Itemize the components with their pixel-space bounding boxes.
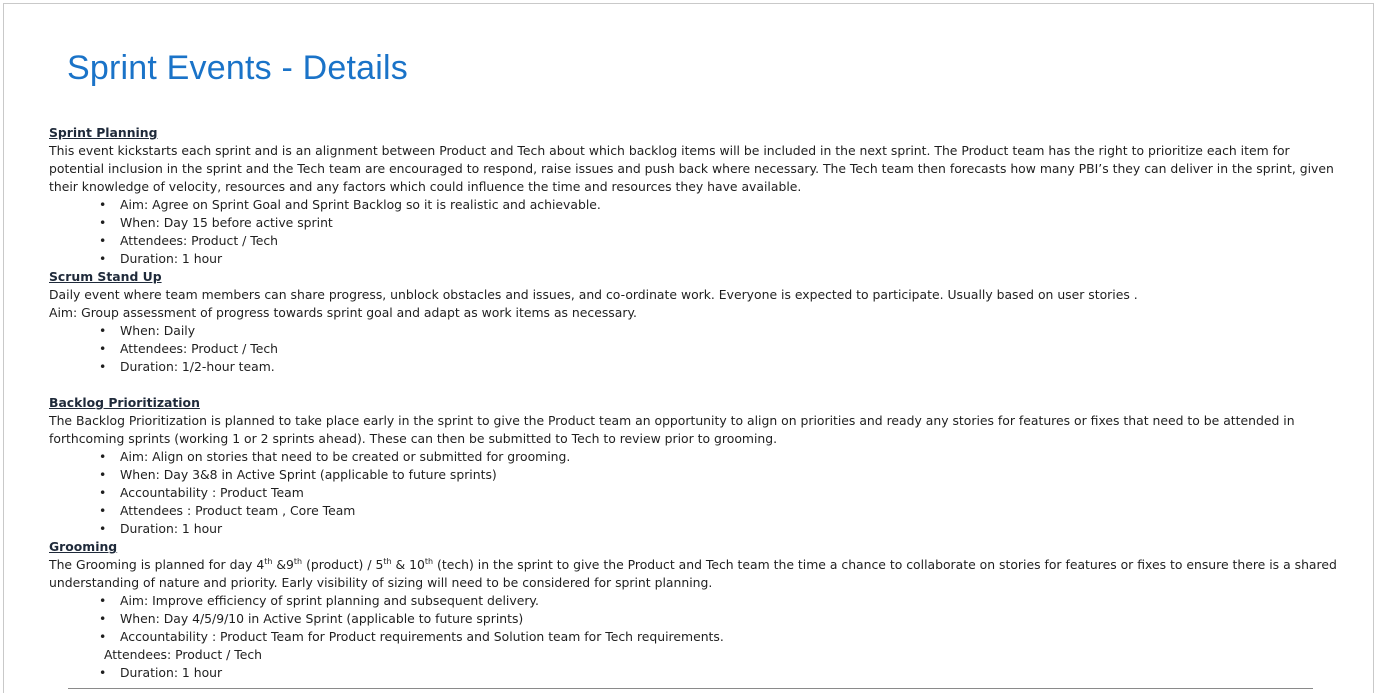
bullet-list-sprint-planning: Aim: Agree on Sprint Goal and Sprint Bac… (49, 196, 1339, 268)
list-item: Aim: Improve efficiency of sprint planni… (49, 592, 1339, 610)
list-item: Accountability : Product Team for Produc… (49, 628, 1339, 646)
bullet-list-scrum-stand-up: When: Daily Attendees: Product / Tech Du… (49, 322, 1339, 376)
section-heading-grooming: Grooming (49, 539, 118, 554)
list-item: When: Day 3&8 in Active Sprint (applicab… (49, 466, 1339, 484)
list-item: Duration: 1/2-hour team. (49, 358, 1339, 376)
section-heading-sprint-planning: Sprint Planning (49, 125, 158, 140)
section-text-grooming: The Grooming is planned for day 4th &9th… (49, 556, 1337, 590)
section-text-backlog-prioritization: The Backlog Prioritization is planned to… (49, 413, 1295, 446)
section-heading-backlog-prioritization: Backlog Prioritization (49, 395, 200, 410)
list-item: Attendees : Product team , Core Team (49, 502, 1339, 520)
list-item: Duration: 1 hour (49, 520, 1339, 538)
list-item: When: Daily (49, 322, 1339, 340)
list-item: Accountability : Product Team (49, 484, 1339, 502)
section-text-sprint-planning: This event kickstarts each sprint and is… (49, 143, 1334, 194)
list-item: Aim: Align on stories that need to be cr… (49, 448, 1339, 466)
section-heading-scrum-stand-up: Scrum Stand Up (49, 269, 162, 284)
grooming-attendees-line: Attendees: Product / Tech (104, 647, 262, 662)
list-item: Attendees: Product / Tech (49, 340, 1339, 358)
document-body: Sprint Planning This event kickstarts ea… (49, 124, 1339, 682)
bullet-list-backlog-prioritization: Aim: Align on stories that need to be cr… (49, 448, 1339, 538)
list-item: Attendees: Product / Tech (49, 232, 1339, 250)
list-item: When: Day 15 before active sprint (49, 214, 1339, 232)
page-title: Sprint Events - Details (67, 49, 408, 87)
section-aim-scrum-stand-up: Aim: Group assessment of progress toward… (49, 305, 637, 320)
list-item: Duration: 1 hour (49, 664, 1339, 682)
list-item: When: Day 4/5/9/10 in Active Sprint (app… (49, 610, 1339, 628)
bullet-list-grooming: Aim: Improve efficiency of sprint planni… (49, 592, 1339, 646)
page-divider (68, 688, 1313, 689)
list-item: Duration: 1 hour (49, 250, 1339, 268)
section-text-scrum-stand-up: Daily event where team members can share… (49, 287, 1138, 302)
bullet-list-grooming-duration: Duration: 1 hour (49, 664, 1339, 682)
list-item: Aim: Agree on Sprint Goal and Sprint Bac… (49, 196, 1339, 214)
